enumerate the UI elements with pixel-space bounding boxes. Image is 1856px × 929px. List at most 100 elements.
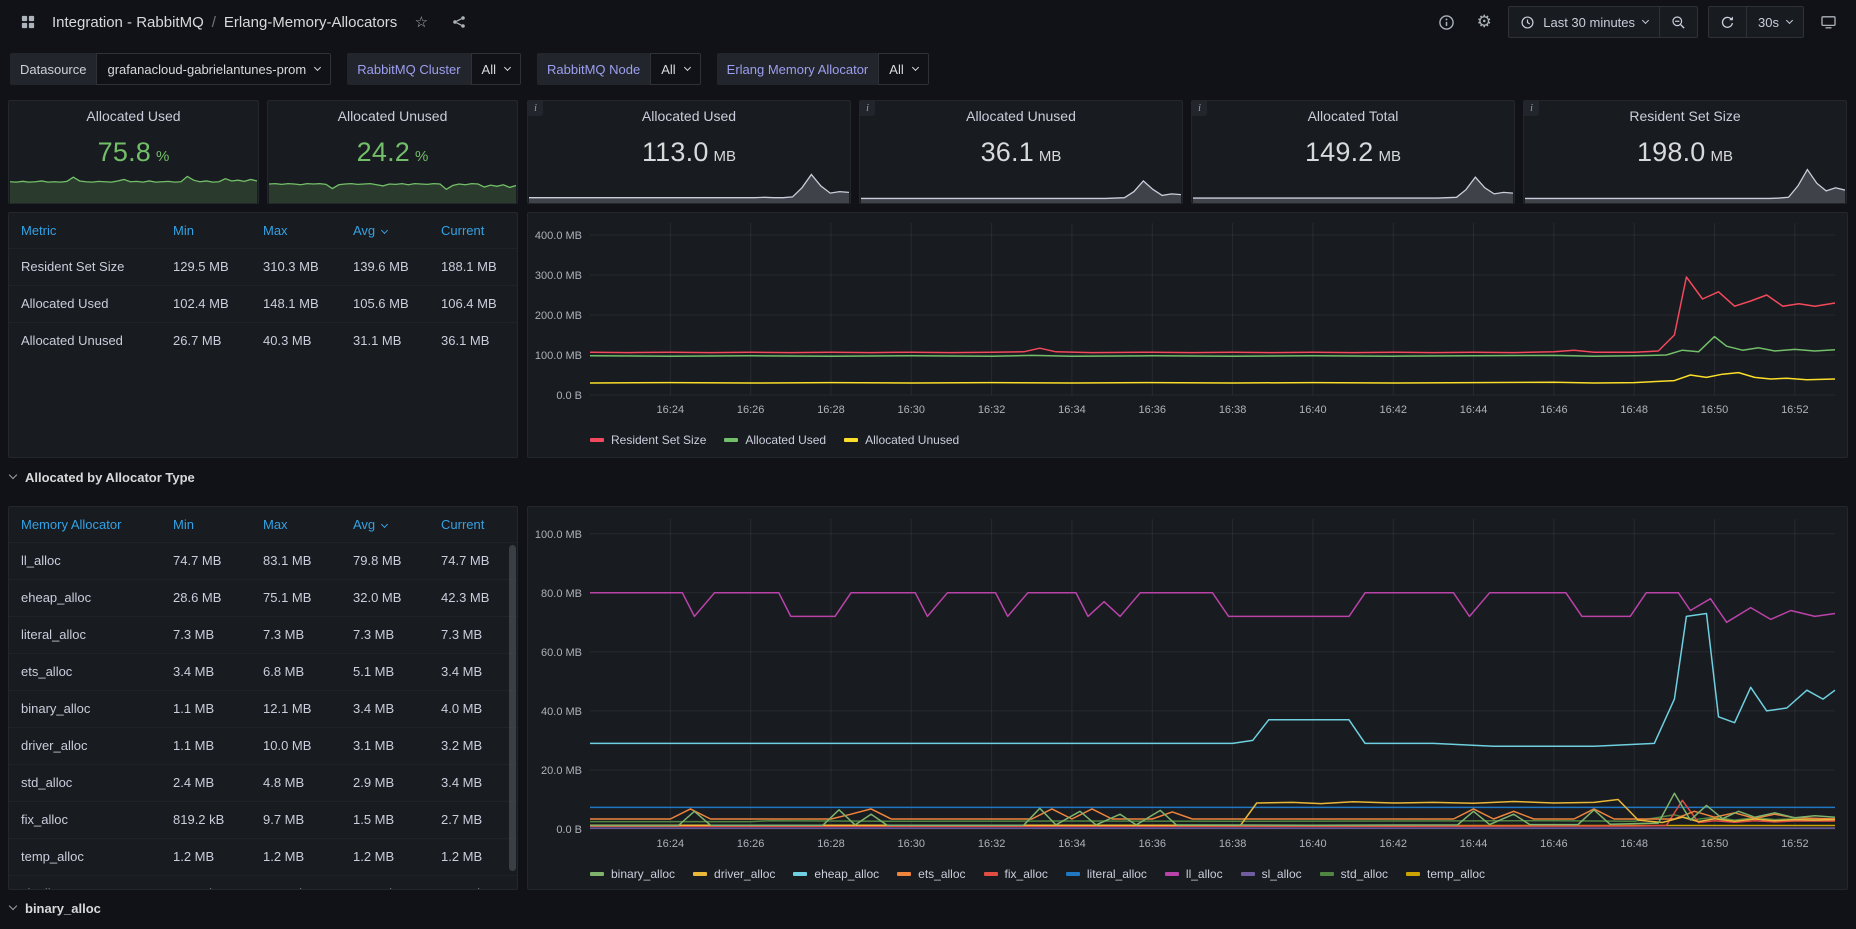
variable-value-dropdown[interactable]: grafanacloud-gabrielantunes-prom [96, 53, 331, 85]
time-range-picker[interactable]: Last 30 minutes [1509, 7, 1659, 37]
column-header-min[interactable]: Min [161, 213, 251, 248]
column-header-label: Min [173, 223, 194, 238]
panel-info-icon[interactable]: i [860, 101, 875, 116]
y-tick-label: 300.0 MB [535, 270, 582, 282]
x-tick-label: 16:34 [1058, 838, 1086, 850]
x-tick-label: 16:32 [978, 404, 1006, 416]
legend-item-sl-alloc[interactable]: sl_alloc [1241, 867, 1302, 881]
x-tick-label: 16:32 [978, 838, 1006, 850]
x-tick-label: 16:48 [1620, 404, 1648, 416]
column-header-memory-allocator[interactable]: Memory Allocator [9, 507, 161, 542]
stat-number: 75.8 [98, 137, 151, 168]
refresh-button[interactable] [1709, 7, 1746, 37]
row-toggle-allocated-by-allocator-type[interactable]: Allocated by Allocator Type [10, 470, 195, 485]
stat-unit: MB [1039, 148, 1062, 165]
table-cell: 148.1 MB [251, 285, 341, 322]
table-cell: 4.8 MB [251, 764, 341, 801]
x-tick-label: 16:30 [898, 838, 926, 850]
table-cell: 1.1 MB [161, 727, 251, 764]
legend-item-eheap-alloc[interactable]: eheap_alloc [793, 867, 879, 881]
table-row-allocated-unused: Allocated Unused26.7 MB40.3 MB31.1 MB36.… [9, 322, 517, 359]
row-toggle-binary-alloc[interactable]: binary_alloc [10, 901, 101, 916]
table-row-ll-alloc: ll_alloc74.7 MB83.1 MB79.8 MB74.7 MB [9, 542, 517, 579]
column-header-current[interactable]: Current [429, 507, 517, 542]
x-tick-label: 16:42 [1379, 838, 1407, 850]
zoom-out-time-button[interactable] [1659, 7, 1697, 37]
time-picker-group: Last 30 minutes [1508, 6, 1698, 38]
kiosk-mode-button[interactable] [1814, 8, 1842, 36]
scrollbar-thumb[interactable] [509, 545, 516, 871]
chevron-down-icon [1642, 17, 1649, 24]
stat-panel-allocated-unused-bytes: i Allocated Unused 36.1 MB [859, 100, 1183, 204]
chart-legend: Resident Set Size Allocated Used Allocated… [528, 428, 1847, 447]
table-cell: 294.9 kB [251, 875, 341, 890]
favorite-star-button[interactable]: ☆ [407, 8, 435, 36]
table-cell: Allocated Unused [9, 322, 161, 359]
table-cell: 9.7 MB [251, 801, 341, 838]
refresh-interval-picker[interactable]: 30s [1746, 7, 1803, 37]
legend-item-driver-alloc[interactable]: driver_alloc [693, 867, 775, 881]
column-header-metric[interactable]: Metric [9, 213, 161, 248]
column-header-label: Metric [21, 223, 56, 238]
legend-item-std-alloc[interactable]: std_alloc [1320, 867, 1388, 881]
series-line-allocated-unused [590, 373, 1835, 383]
panel-info-icon[interactable]: i [1192, 101, 1207, 116]
legend-item-resident-set-size[interactable]: Resident Set Size [590, 433, 706, 447]
legend-swatch [844, 438, 858, 442]
breadcrumb-separator: / [212, 14, 216, 31]
time-series-chart[interactable]: 16:2416:2616:2816:3016:3216:3416:3616:38… [528, 213, 1847, 425]
panel-info-icon[interactable]: i [528, 101, 543, 116]
variable-value-dropdown[interactable]: All [471, 53, 521, 85]
apps-menu-icon[interactable] [14, 8, 42, 36]
memory-allocator-table: Memory AllocatorMinMaxAvgCurrentll_alloc… [9, 507, 517, 890]
legend-item-temp-alloc[interactable]: temp_alloc [1406, 867, 1485, 881]
breadcrumb-folder[interactable]: Integration - RabbitMQ [52, 14, 204, 31]
column-header-max[interactable]: Max [251, 213, 341, 248]
table-cell: ll_alloc [9, 542, 161, 579]
variable-value-dropdown[interactable]: All [878, 53, 928, 85]
breadcrumb-dashboard[interactable]: Erlang-Memory-Allocators [224, 14, 397, 31]
column-header-max[interactable]: Max [251, 507, 341, 542]
column-header-label: Min [173, 517, 194, 532]
column-header-label: Memory Allocator [21, 517, 121, 532]
legend-item-literal-alloc[interactable]: literal_alloc [1066, 867, 1147, 881]
table-cell: 1.2 MB [251, 838, 341, 875]
y-tick-label: 80.0 MB [541, 588, 582, 600]
column-header-avg[interactable]: Avg [341, 213, 429, 248]
table-cell: 83.1 MB [251, 542, 341, 579]
legend-item-ets-alloc[interactable]: ets_alloc [897, 867, 965, 881]
chevron-down-icon [912, 64, 919, 71]
column-header-current[interactable]: Current [429, 213, 517, 248]
table-cell: 7.3 MB [161, 616, 251, 653]
legend-item-fix-alloc[interactable]: fix_alloc [984, 867, 1048, 881]
panel-title: Allocated Unused [268, 101, 517, 124]
legend-item-allocated-unused[interactable]: Allocated Unused [844, 433, 959, 447]
dashboard-settings-button[interactable]: ⚙ [1470, 8, 1498, 36]
legend-swatch [793, 872, 807, 876]
legend-label: Allocated Used [745, 433, 826, 447]
table-cell: 3.2 MB [429, 727, 517, 764]
legend-swatch [1241, 872, 1255, 876]
panel-info-icon[interactable]: i [1524, 101, 1539, 116]
legend-item-binary-alloc[interactable]: binary_alloc [590, 867, 675, 881]
legend-swatch [1066, 872, 1080, 876]
table-cell: driver_alloc [9, 727, 161, 764]
legend-item-ll-alloc[interactable]: ll_alloc [1165, 867, 1223, 881]
legend-item-allocated-used[interactable]: Allocated Used [724, 433, 826, 447]
variable-label: RabbitMQ Cluster [347, 53, 470, 85]
table-row-ets-alloc: ets_alloc3.4 MB6.8 MB5.1 MB3.4 MB [9, 653, 517, 690]
star-icon: ☆ [415, 13, 428, 31]
share-button[interactable] [445, 8, 473, 36]
variable-value-dropdown[interactable]: All [650, 53, 700, 85]
dashboard-insights-button[interactable] [1432, 8, 1460, 36]
chevron-down-icon [314, 64, 321, 71]
stat-unit: MB [1379, 148, 1402, 165]
column-header-min[interactable]: Min [161, 507, 251, 542]
table-row-allocated-used: Allocated Used102.4 MB148.1 MB105.6 MB10… [9, 285, 517, 322]
stat-panel-allocated-total: i Allocated Total 149.2 MB [1191, 100, 1515, 204]
legend-label: Resident Set Size [611, 433, 706, 447]
time-series-chart[interactable]: 16:2416:2616:2816:3016:3216:3416:3616:38… [528, 507, 1847, 859]
column-header-avg[interactable]: Avg [341, 507, 429, 542]
table-cell: 139.6 MB [341, 248, 429, 285]
table-cell: 6.8 MB [251, 653, 341, 690]
